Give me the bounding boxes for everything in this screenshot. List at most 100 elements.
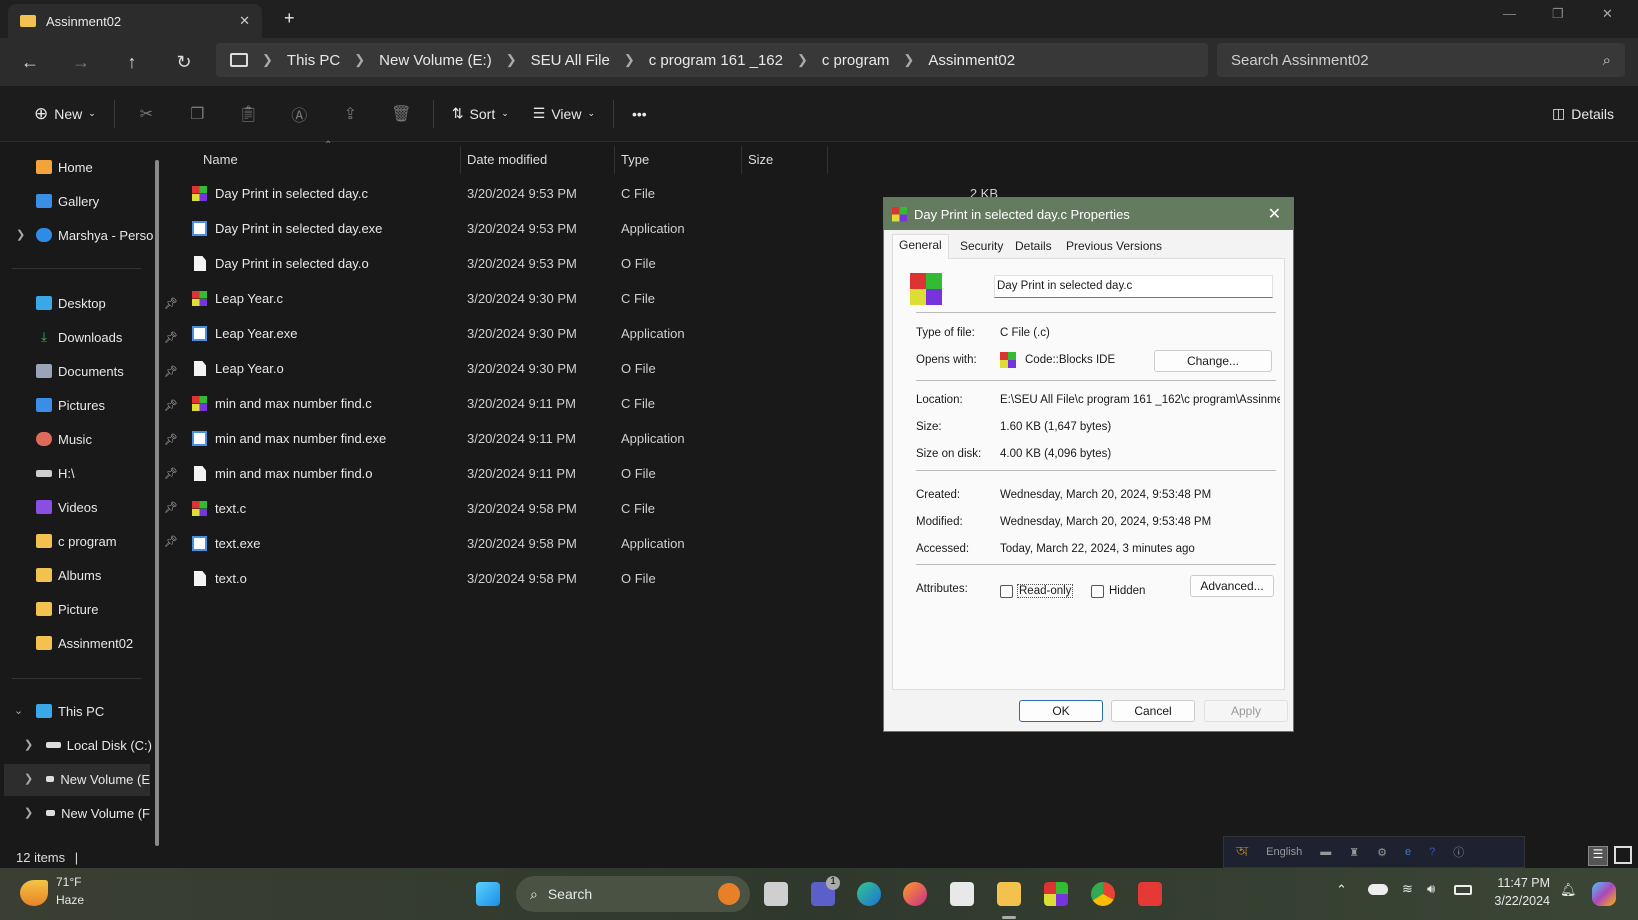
pin-icon[interactable]: 📌︎ (164, 297, 178, 310)
file-row[interactable]: text.exe 3/20/2024 9:58 PM Application 5… (182, 528, 998, 560)
file-row[interactable]: Day Print in selected day.c 3/20/2024 9:… (182, 178, 998, 210)
change-button[interactable]: Change... (1154, 350, 1272, 372)
keyboard-icon[interactable]: ▬ (1320, 846, 1331, 858)
breadcrumb-assinment02[interactable]: Assinment02 (928, 52, 1015, 69)
cancel-button[interactable]: Cancel (1111, 700, 1195, 722)
clock-time[interactable]: 11:47 PM (1490, 876, 1550, 890)
sidebar-item-new-volume-f[interactable]: New Volume (F (46, 798, 150, 828)
sidebar-item-albums[interactable]: Albums (36, 560, 186, 590)
copy-icon[interactable]: ❐ (172, 104, 223, 124)
sidebar-item-local-disk-c[interactable]: Local Disk (C:) (46, 730, 152, 760)
back-button[interactable]: ← (16, 48, 44, 76)
store-icon[interactable] (950, 882, 974, 906)
taskbar-search[interactable]: ⌕ Search (516, 876, 750, 912)
pin-icon[interactable]: 📌︎ (164, 501, 178, 514)
file-row[interactable]: min and max number find.o 3/20/2024 9:11… (182, 458, 998, 490)
minimize-button[interactable]: — (1503, 6, 1516, 21)
filename-input[interactable]: Day Print in selected day.c (994, 275, 1273, 298)
pin-icon[interactable]: 📌︎ (164, 467, 178, 480)
pin-icon[interactable]: 📌︎ (164, 399, 178, 412)
dialog-close-button[interactable]: ✕ (1268, 204, 1281, 224)
sidebar-item-downloads[interactable]: ⤓ Downloads 📌︎ (36, 322, 186, 352)
browser-icon[interactable]: e (1405, 846, 1411, 858)
column-header-date[interactable]: Date modified (461, 146, 615, 174)
breadcrumb-new-volume[interactable]: New Volume (E:) (379, 52, 492, 69)
address-bar[interactable]: ❯ This PC ❯ New Volume (E:) ❯ SEU All File… (216, 43, 1208, 77)
start-icon[interactable] (476, 882, 500, 906)
file-row[interactable]: min and max number find.exe 3/20/2024 9:… (182, 423, 998, 455)
sidebar-item-videos[interactable]: Videos 📌︎ (36, 492, 186, 522)
tab-general[interactable]: General (892, 234, 949, 259)
sidebar-item-documents[interactable]: Documents 📌︎ (36, 356, 186, 386)
file-row[interactable]: Leap Year.c 3/20/2024 9:30 PM C File 1 K… (182, 283, 998, 315)
tab-assinment02[interactable]: Assinment02 ✕ (8, 4, 262, 38)
breadcrumb-c-program-161[interactable]: c program 161 _162 (649, 52, 783, 69)
info-icon[interactable]: ⓘ (1453, 844, 1464, 860)
sidebar-item-onedrive[interactable]: Marshya - Perso (36, 220, 154, 250)
pin-icon[interactable]: 📌︎ (164, 433, 178, 446)
settings-icon[interactable]: ⚙ (1377, 846, 1387, 859)
pin-icon[interactable]: 📌︎ (164, 365, 178, 378)
view-button[interactable]: ☰ View ⌄ (521, 97, 607, 131)
sidebar-item-this-pc[interactable]: This PC (36, 696, 186, 726)
advanced-button[interactable]: Advanced... (1190, 575, 1274, 597)
new-tab-button[interactable]: + (284, 8, 295, 29)
chevron-right-icon[interactable]: ❯ (24, 806, 33, 819)
pin-icon[interactable]: 📌︎ (164, 535, 178, 548)
rename-icon[interactable]: Ⓐ (274, 102, 325, 126)
close-window-button[interactable]: ✕ (1602, 6, 1613, 22)
details-view-icon[interactable]: ☰ (1588, 846, 1608, 866)
task-view-icon[interactable] (764, 882, 788, 906)
sidebar-scrollbar[interactable] (155, 160, 159, 846)
breadcrumb-c-program[interactable]: c program (822, 52, 890, 69)
close-tab-button[interactable]: ✕ (239, 13, 250, 29)
file-row[interactable]: Day Print in selected day.exe 3/20/2024 … (182, 213, 998, 245)
details-pane-button[interactable]: ◫ Details (1540, 97, 1626, 131)
file-explorer-icon[interactable] (997, 882, 1021, 906)
sidebar-item-assinment02[interactable]: Assinment02 (36, 628, 186, 658)
new-button[interactable]: ⊕ New ⌄ (22, 97, 108, 131)
chevron-right-icon[interactable]: ❯ (16, 228, 25, 241)
file-row[interactable]: Day Print in selected day.o 3/20/2024 9:… (182, 248, 998, 280)
wifi-icon[interactable]: ≋ (1402, 881, 1413, 897)
ok-button[interactable]: OK (1019, 700, 1103, 722)
tiles-view-icon[interactable] (1614, 846, 1632, 864)
tab-details[interactable]: Details (1009, 236, 1058, 258)
weather-icon[interactable] (20, 880, 48, 906)
apply-button[interactable]: Apply (1204, 700, 1288, 722)
breadcrumb-seu-all-file[interactable]: SEU All File (531, 52, 610, 69)
file-row[interactable]: Leap Year.exe 3/20/2024 9:30 PM Applicat… (182, 318, 998, 350)
up-button[interactable]: ↑ (118, 48, 146, 76)
search-input[interactable]: Search Assinment02 ⌕ (1217, 43, 1625, 77)
forward-button[interactable]: → (67, 48, 95, 76)
sidebar-item-music[interactable]: Music 📌︎ (36, 424, 186, 454)
sidebar-item-new-volume-e[interactable]: New Volume (E (46, 764, 150, 794)
battery-icon[interactable] (1454, 885, 1472, 895)
chevron-right-icon[interactable]: ❯ (24, 772, 33, 785)
notification-bell-icon[interactable]: 🔔︎ (1560, 882, 1577, 898)
hidden-checkbox[interactable] (1091, 585, 1104, 598)
tab-security[interactable]: Security (954, 236, 1009, 258)
file-row[interactable]: text.c 3/20/2024 9:58 PM C File 1 KB (182, 493, 998, 525)
tool-icon[interactable]: ♜ (1349, 846, 1359, 859)
sort-button[interactable]: ⇅ Sort ⌄ (440, 97, 521, 131)
column-header-type[interactable]: Type (615, 146, 742, 174)
refresh-button[interactable]: ↻ (170, 48, 198, 76)
paste-icon[interactable]: 📋︎ (223, 104, 274, 124)
weather-condition[interactable]: Haze (56, 893, 84, 907)
copilot-icon[interactable] (1592, 882, 1616, 906)
sidebar-item-gallery[interactable]: Gallery (36, 186, 186, 216)
bangla-ime-icon[interactable]: অ (1236, 840, 1248, 864)
chevron-down-icon[interactable]: ⌄ (14, 704, 23, 717)
anydesk-icon[interactable] (1138, 882, 1162, 906)
sidebar-item-home[interactable]: Home (36, 152, 186, 182)
tab-previous-versions[interactable]: Previous Versions (1060, 236, 1168, 258)
onedrive-icon[interactable] (1368, 884, 1388, 895)
firefox-icon[interactable] (903, 882, 927, 906)
chevron-up-icon[interactable]: ⌃ (1336, 882, 1347, 898)
readonly-checkbox[interactable] (1000, 585, 1013, 598)
maximize-button[interactable]: ❐ (1552, 6, 1564, 22)
clock-date[interactable]: 3/22/2024 (1490, 894, 1550, 908)
delete-icon[interactable]: 🗑︎ (376, 104, 427, 124)
edge-icon[interactable] (857, 882, 881, 906)
